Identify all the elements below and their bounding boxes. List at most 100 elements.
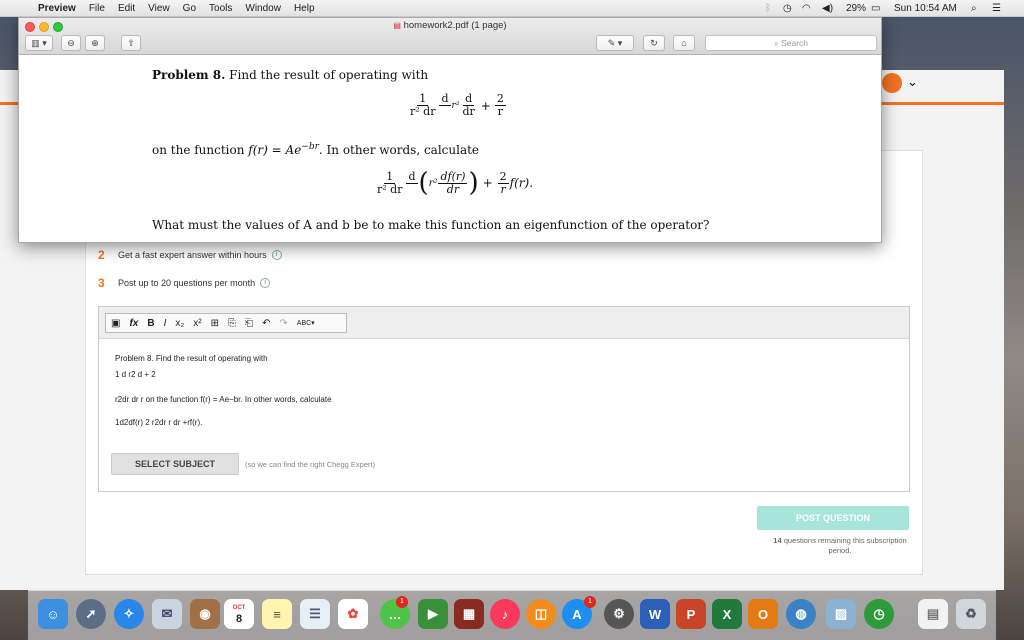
numerator: d: [406, 169, 418, 184]
bluetooth-icon[interactable]: ᛒ: [765, 0, 771, 17]
menu-file[interactable]: File: [89, 3, 105, 14]
toolbox-icon[interactable]: ⌂: [673, 35, 695, 51]
numerator: 2: [497, 169, 509, 184]
operator-equation: 1 r² dr d r² d dr + 2r: [407, 93, 507, 118]
trash-icon[interactable]: ♻: [956, 599, 986, 629]
problem-intro-text: Find the result of operating with: [229, 68, 429, 82]
battery-icon[interactable]: ▭: [871, 0, 880, 17]
editor-text-area[interactable]: Problem 8. Find the result of operating …: [99, 339, 909, 447]
fraction: 2r: [497, 169, 509, 196]
photos-icon[interactable]: ✿: [338, 599, 368, 629]
zoom-in-icon[interactable]: ⊕: [85, 35, 105, 51]
superscript-button[interactable]: x²: [193, 318, 201, 329]
document-icon[interactable]: ▤: [918, 599, 948, 629]
mail-icon[interactable]: ✉: [152, 599, 182, 629]
spellcheck-button[interactable]: ABC▾: [297, 319, 315, 327]
user-avatar[interactable]: [882, 73, 902, 93]
sidebar-view-button[interactable]: ▥ ▾: [25, 35, 53, 51]
bold-button[interactable]: B: [147, 318, 154, 329]
formula-button[interactable]: fx: [129, 318, 138, 329]
safari-icon[interactable]: ✧: [114, 599, 144, 629]
contacts-icon[interactable]: ◉: [190, 599, 220, 629]
volume-icon[interactable]: ◀): [822, 0, 833, 17]
paste-text-icon[interactable]: ⎗: [245, 318, 253, 329]
info-icon[interactable]: i: [271, 250, 282, 260]
remaining-text: questions remaining this subscription pe…: [783, 536, 907, 555]
redo-icon[interactable]: ↷: [279, 318, 287, 329]
menu-edit[interactable]: Edit: [118, 3, 135, 14]
excel-icon[interactable]: X: [712, 599, 742, 629]
questions-remaining: 14 questions remaining this subscription…: [770, 536, 910, 556]
denominator: r: [500, 182, 506, 196]
rotate-icon[interactable]: ↻: [643, 35, 665, 51]
search-input[interactable]: ⌕ Search: [705, 35, 877, 51]
photo-booth-icon[interactable]: ▦: [454, 599, 484, 629]
question-text: What must the values of A and b be to ma…: [152, 218, 710, 232]
menu-tools[interactable]: Tools: [209, 3, 232, 14]
battery-percent[interactable]: 29%: [846, 0, 866, 17]
benefit-item: 2 Get a fast expert answer within hours …: [98, 248, 282, 262]
menu-go[interactable]: Go: [183, 3, 196, 14]
undo-icon[interactable]: ↶: [262, 318, 270, 329]
chevron-down-icon[interactable]: ⌄: [907, 74, 918, 90]
question-editor[interactable]: ▣ fx B I x₂ x² ⊞ ⎘ ⎗ ↶ ↷ ABC▾ Problem 8.…: [98, 306, 910, 492]
italic-button[interactable]: I: [164, 318, 167, 329]
zoom-out-icon[interactable]: ⊖: [61, 35, 81, 51]
fraction: d: [406, 169, 418, 196]
launchpad-icon[interactable]: ➚: [76, 599, 106, 629]
denominator: dr: [446, 182, 460, 196]
window-title-text: homework2.pdf (1 page): [403, 20, 507, 31]
image-icon[interactable]: ▣: [111, 318, 120, 329]
facetime-icon[interactable]: ▶: [418, 599, 448, 629]
open-paren: (: [418, 168, 429, 198]
fraction: 1 r² dr: [375, 170, 404, 196]
select-subject-button[interactable]: SELECT SUBJECT: [111, 453, 239, 475]
subscript-button[interactable]: x₂: [175, 318, 184, 329]
fraction: d dr: [460, 93, 476, 118]
numerator: df(r): [438, 169, 468, 184]
menu-help[interactable]: Help: [294, 3, 315, 14]
menu-view[interactable]: View: [148, 3, 170, 14]
itunes-icon[interactable]: ♪: [490, 599, 520, 629]
editor-line: r2dr dr r on the function f(r) = Ae−br. …: [115, 395, 332, 404]
menu-window[interactable]: Window: [245, 3, 281, 14]
search-icon: ⌕: [773, 38, 779, 48]
benefit-text: Post up to 20 questions per month: [118, 278, 256, 288]
remaining-count: 14: [773, 536, 782, 545]
ibooks-icon[interactable]: ◫: [526, 599, 556, 629]
problem-label: Problem 8.: [152, 68, 226, 82]
powerpoint-icon[interactable]: P: [676, 599, 706, 629]
pdf-file-icon: ▤: [393, 21, 401, 30]
window-titlebar: ▤ homework2.pdf (1 page) ▥ ▾ ⊖ ⊕ ⇧ ✎ ▾ ↻…: [19, 18, 881, 55]
time-machine-icon[interactable]: ◷: [783, 0, 792, 17]
line-suffix: . In other words, calculate: [318, 143, 480, 157]
denominator: r: [497, 105, 503, 118]
notification-center-icon[interactable]: ☰: [992, 0, 1001, 17]
spotlight-icon[interactable]: ⌕: [971, 0, 977, 17]
preview-window: ▤ homework2.pdf (1 page) ▥ ▾ ⊖ ⊕ ⇧ ✎ ▾ ↻…: [18, 17, 882, 243]
system-preferences-icon[interactable]: ⚙: [604, 599, 634, 629]
app-store-badge: 1: [584, 596, 596, 608]
preview-icon[interactable]: ▨: [826, 599, 856, 629]
notes-icon[interactable]: ≡: [262, 599, 292, 629]
info-icon[interactable]: i: [260, 278, 271, 288]
globe-icon[interactable]: ◍: [786, 599, 816, 629]
denominator: r² dr: [377, 182, 403, 196]
calendar-icon[interactable]: OCT 8: [224, 599, 254, 629]
editor-line: 1 d r2 d + 2: [115, 370, 156, 379]
share-icon[interactable]: ⇧: [121, 35, 141, 51]
post-question-button[interactable]: POST QUESTION: [757, 506, 909, 530]
fraction: 1 r² dr: [408, 93, 437, 118]
word-icon[interactable]: W: [640, 599, 670, 629]
menu-app[interactable]: Preview: [38, 3, 76, 14]
finder-icon[interactable]: ☺: [38, 599, 68, 629]
reminders-icon[interactable]: ☰: [300, 599, 330, 629]
clock-app-icon[interactable]: ◷: [864, 599, 894, 629]
plus-sign: +: [480, 98, 491, 113]
markup-pen-icon[interactable]: ✎ ▾: [596, 35, 634, 51]
paste-icon[interactable]: ⎘: [228, 318, 236, 329]
clock[interactable]: Sun 10:54 AM: [894, 0, 957, 17]
outlook-icon[interactable]: O: [748, 599, 778, 629]
wifi-icon[interactable]: ◠: [802, 0, 811, 17]
table-icon[interactable]: ⊞: [211, 318, 219, 329]
